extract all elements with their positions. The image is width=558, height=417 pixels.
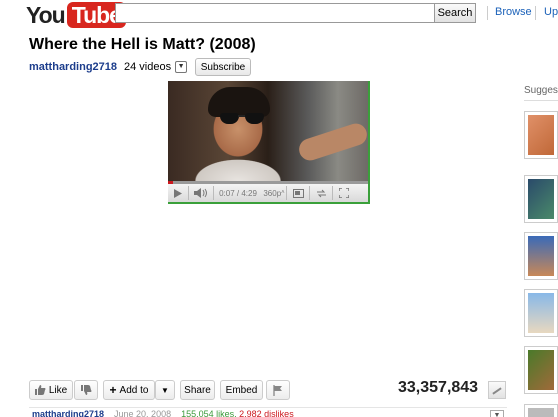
- add-to-label: Add to: [119, 384, 149, 396]
- channel-link[interactable]: mattharding2718: [29, 61, 117, 73]
- embed-button[interactable]: Embed: [220, 380, 263, 400]
- suggestion-thumbnail[interactable]: [524, 404, 558, 417]
- thumbs-down-icon: [80, 385, 91, 395]
- fullscreen-icon[interactable]: [333, 184, 355, 202]
- thumbnail-image: [528, 408, 554, 417]
- likes-count: 155,054 likes,: [181, 409, 237, 417]
- show-more-button[interactable]: ▼: [490, 410, 504, 417]
- video-frame[interactable]: [168, 81, 368, 181]
- quality-button[interactable]: 360p ˄: [262, 184, 286, 202]
- add-to-button[interactable]: + Add to: [103, 380, 155, 400]
- browse-link[interactable]: Browse: [495, 6, 532, 18]
- expand-icon[interactable]: [310, 184, 332, 202]
- upload-date: June 20, 2008: [114, 409, 172, 417]
- thumbs-up-icon: [34, 385, 46, 395]
- thumbnail-image: [528, 350, 554, 390]
- suggestion-thumbnail[interactable]: [524, 232, 558, 280]
- suggestion-thumbnail[interactable]: [524, 111, 558, 159]
- subscribe-button[interactable]: Subscribe: [195, 58, 251, 76]
- time-display: 0:07 / 4:29: [219, 188, 257, 198]
- sidebar-divider: [524, 100, 558, 101]
- details-divider: [29, 407, 507, 408]
- upload-link[interactable]: Upl: [544, 6, 558, 18]
- plus-icon: +: [109, 383, 117, 397]
- thumbnail-image: [528, 293, 554, 333]
- flag-icon: [273, 384, 282, 396]
- share-button[interactable]: Share: [180, 380, 215, 400]
- thumbnail-image: [528, 179, 554, 219]
- video-player[interactable]: 0:07 / 4:29 360p ˄: [168, 81, 370, 204]
- add-to-dropdown[interactable]: ▼: [155, 380, 175, 400]
- view-count: 33,357,843: [398, 379, 479, 396]
- like-button[interactable]: Like: [29, 380, 73, 400]
- search-button[interactable]: Search: [434, 3, 476, 23]
- header-divider: [487, 6, 488, 20]
- video-title: Where the Hell is Matt? (2008): [29, 36, 256, 53]
- video-details: mattharding2718 June 20, 2008 155,054 li…: [32, 409, 294, 417]
- quality-label: 360p: [263, 188, 282, 198]
- dislikes-count: 2,982 dislikes: [239, 409, 294, 417]
- caret-down-icon: ▼: [161, 385, 169, 395]
- video-sunglasses: [220, 113, 266, 124]
- suggestion-thumbnail[interactable]: [524, 289, 558, 337]
- thumbnail-image: [528, 115, 554, 155]
- popout-icon[interactable]: [287, 184, 309, 202]
- player-controls: 0:07 / 4:29 360p ˄: [168, 184, 368, 202]
- suggestion-thumbnail[interactable]: [524, 175, 558, 223]
- like-label: Like: [48, 384, 68, 396]
- video-arm: [296, 120, 368, 164]
- videos-dropdown[interactable]: 24 videos ▼: [121, 58, 190, 75]
- search-input[interactable]: [115, 3, 434, 23]
- suggestion-thumbnail[interactable]: [524, 346, 558, 394]
- chevron-down-icon: ▼: [175, 60, 188, 73]
- thumbnail-image: [528, 236, 554, 276]
- play-icon[interactable]: [168, 184, 188, 202]
- stats-button[interactable]: [488, 381, 506, 399]
- volume-icon[interactable]: [189, 184, 213, 202]
- flag-button[interactable]: [266, 380, 290, 400]
- videos-count-label: 24 videos: [124, 60, 172, 73]
- logo-you: You: [26, 1, 66, 28]
- suggestions-heading: Sugges: [524, 85, 558, 96]
- header-divider: [535, 6, 536, 20]
- youtube-logo[interactable]: You Tube: [26, 2, 126, 28]
- dislike-button[interactable]: [74, 380, 98, 400]
- details-channel[interactable]: mattharding2718: [32, 409, 104, 417]
